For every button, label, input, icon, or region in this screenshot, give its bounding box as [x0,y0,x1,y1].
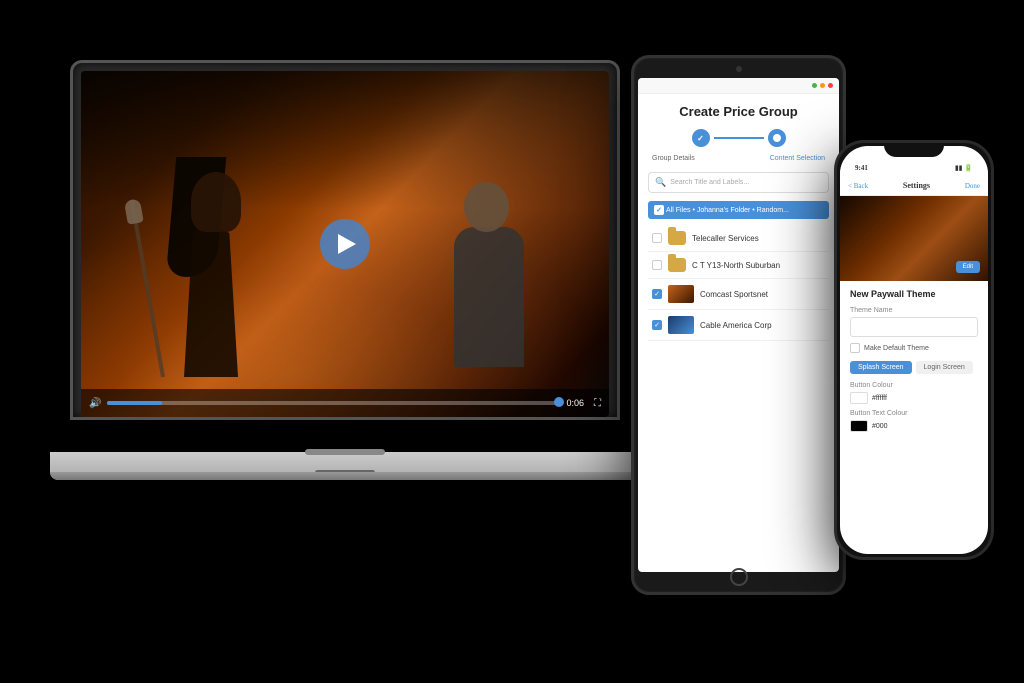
button-colour-label: Button Colour [850,382,978,389]
laptop-base [50,452,640,480]
button-colour-value: #ffffff [872,395,887,402]
tablet-camera [736,66,742,72]
file-name-0: Telecaller Services [692,234,825,243]
phone-status-icons: ▮▮ 🔋 [955,164,973,172]
file-name-2: Comcast Sportsnet [700,290,825,299]
button-colour-swatch[interactable] [850,392,868,404]
video-content: 🔊 0:06 ⛶ [81,71,609,417]
tablet-title: Create Price Group [648,104,829,119]
breadcrumb-check: ✓ [654,205,664,215]
step-1-check: ✓ [697,134,704,143]
phone-back-button[interactable]: < Back [848,182,868,190]
step-1-circle: ✓ [692,129,710,147]
step-2-inner [773,134,781,142]
file-item-1[interactable]: C T Y13-North Suburban [648,252,829,279]
file-name-1: C T Y13-North Suburban [692,261,825,270]
play-icon [338,234,356,254]
phone-time: 9:41 [855,164,868,172]
tablet-screen: Create Price Group ✓ Group Details Conte… [638,78,839,572]
tablet-content: Create Price Group ✓ Group Details Conte… [638,94,839,351]
status-dot-red [828,83,833,88]
tab-login-screen[interactable]: Login Screen [916,361,973,374]
tab-splash-screen[interactable]: Splash Screen [850,361,912,374]
phone-status-bar: 9:41 ▮▮ 🔋 [840,160,988,176]
folder-icon-0 [668,231,686,245]
step-1-label: Group Details [652,155,695,162]
checkmark-2: ✓ [654,290,660,298]
search-placeholder: Search Title and Labels... [670,179,749,186]
file-item-2[interactable]: ✓ Comcast Sportsnet [648,279,829,310]
tablet-status-bar [638,78,839,94]
phone-screen-content: Edit New Paywall Theme Theme Name Make D… [840,196,988,554]
checkmark-3: ✓ [654,321,660,329]
checkbox-0[interactable] [652,233,662,243]
phone-section-title: New Paywall Theme [850,289,978,299]
scene: 🔊 0:06 ⛶ [0,0,1024,683]
tablet: Create Price Group ✓ Group Details Conte… [631,55,846,595]
progress-fill [107,401,161,405]
singer-head [191,172,241,232]
theme-name-label: Theme Name [850,307,978,314]
guitarist-head [464,182,509,232]
laptop-hinge [305,449,385,455]
phone-nav-bar: < Back Settings Done [840,176,988,196]
phone-tabs: Splash Screen Login Screen [850,361,978,374]
breadcrumb-checkmark: ✓ [656,206,662,214]
laptop-screen-outer: 🔊 0:06 ⛶ [70,60,620,420]
phone-notch [884,143,944,157]
button-text-colour-row: #000 [850,420,978,432]
laptop-screen-inner: 🔊 0:06 ⛶ [81,71,609,417]
step-labels: Group Details Content Selection [648,155,829,162]
theme-name-input[interactable] [850,317,978,337]
file-thumb-2 [668,285,694,303]
progress-bar[interactable] [107,401,560,405]
file-item-3[interactable]: ✓ Cable America Corp [648,310,829,341]
guitarist-figure [429,187,549,367]
breadcrumb-bar: ✓ All Files • Johanna's Folder • Random.… [648,201,829,219]
singer-figure [161,177,301,377]
checkbox-2[interactable]: ✓ [652,289,662,299]
step-line [714,137,764,139]
fullscreen-icon[interactable]: ⛶ [594,398,601,409]
phone: 9:41 ▮▮ 🔋 < Back Settings Done Edit New … [834,140,994,560]
make-default-row: Make Default Theme [850,343,978,353]
folder-icon-1 [668,258,686,272]
phone-done-button[interactable]: Done [965,182,980,190]
button-text-colour-swatch[interactable] [850,420,868,432]
button-colour-row: #ffffff [850,392,978,404]
stepper: ✓ [648,129,829,147]
status-dot-green [812,83,817,88]
phone-nav-title: Settings [903,181,930,190]
status-dot-orange [820,83,825,88]
play-button[interactable] [320,219,370,269]
file-thumb-3 [668,316,694,334]
laptop: 🔊 0:06 ⛶ [50,60,640,480]
step-2-circle [768,129,786,147]
make-default-checkbox[interactable] [850,343,860,353]
phone-top-image: Edit [840,196,988,281]
laptop-bottom-edge [50,472,640,480]
phone-content: New Paywall Theme Theme Name Make Defaul… [840,281,988,446]
search-icon: 🔍 [655,177,666,188]
volume-icon[interactable]: 🔊 [89,398,101,409]
guitarist-body [454,227,524,367]
file-item-0[interactable]: Telecaller Services [648,225,829,252]
breadcrumb-text: All Files • Johanna's Folder • Random... [666,207,789,214]
checkbox-1[interactable] [652,260,662,270]
progress-dot [554,397,564,407]
phone-screen: 9:41 ▮▮ 🔋 < Back Settings Done Edit New … [840,146,988,554]
phone-blue-button[interactable]: Edit [956,261,980,273]
step-2-label: Content Selection [770,155,825,162]
button-text-colour-value: #000 [872,423,888,430]
video-time: 0:06 [566,398,584,408]
make-default-label: Make Default Theme [864,345,929,352]
checkbox-3[interactable]: ✓ [652,320,662,330]
tablet-home-button[interactable] [730,568,748,586]
video-controls: 🔊 0:06 ⛶ [81,389,609,417]
button-text-colour-label: Button Text Colour [850,410,978,417]
file-name-3: Cable America Corp [700,321,825,330]
search-box[interactable]: 🔍 Search Title and Labels... [648,172,829,193]
